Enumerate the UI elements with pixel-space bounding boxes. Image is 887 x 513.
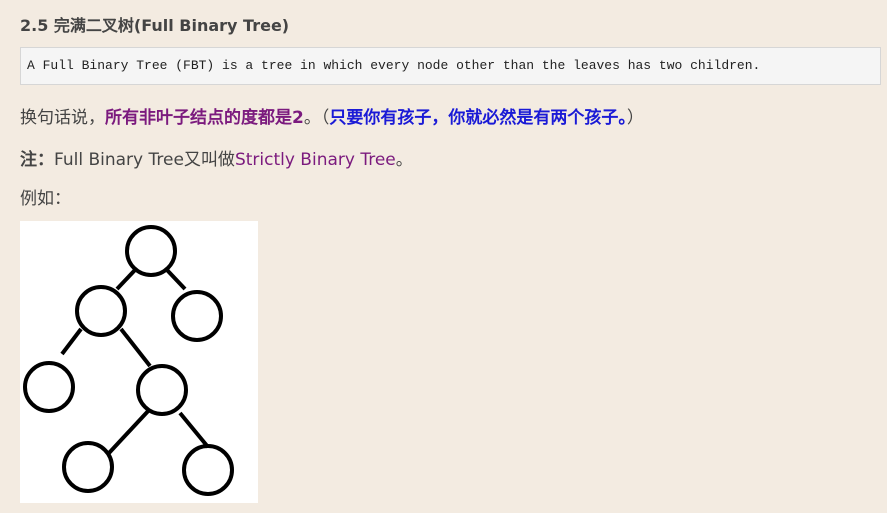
tree-node-left-leaf [23, 361, 75, 413]
tree-node-root [125, 225, 177, 277]
tree-node-mid [136, 364, 188, 416]
paragraph-example: 例如： [20, 189, 71, 209]
degree-highlight: 所有非叶子结点的度都是2 [105, 108, 304, 128]
note-label: 注： [20, 150, 54, 170]
edge-mid-leftleaf [107, 407, 152, 455]
period: 。 [303, 108, 321, 128]
alias-link[interactable]: Strictly Binary Tree [235, 150, 396, 170]
tree-diagram-svg [23, 225, 234, 496]
edge-root-right [165, 268, 187, 291]
paragraph-note: 注：Full Binary Tree又叫做Strictly Binary Tre… [20, 145, 413, 170]
paragraph-in-other-words: 换句话说，所有非叶子结点的度都是2。（只要你有孩子，你就必然是有两个孩子。） [20, 103, 644, 128]
edge-mid-rightleaf [178, 411, 210, 449]
tree-node-left [75, 285, 127, 337]
paragraph-prefix: 换句话说， [20, 108, 105, 128]
edge-root-left [115, 268, 137, 291]
tree-node-bottom-right-leaf [182, 444, 234, 496]
full-binary-tree-figure [20, 221, 258, 503]
period: 。 [395, 150, 413, 170]
edge-left-right [119, 327, 152, 368]
note-text: Full Binary Tree又叫做 [54, 150, 235, 170]
tree-node-bottom-left-leaf [62, 441, 114, 493]
definition-code-block: A Full Binary Tree (FBT) is a tree in wh… [20, 47, 881, 85]
close-paren: ） [626, 108, 644, 128]
tree-node-right-leaf [171, 290, 223, 342]
edge-left-leftleaf [60, 327, 83, 356]
section-title: 2.5 完满二叉树(Full Binary Tree) [20, 16, 290, 35]
children-note: 只要你有孩子，你就必然是有两个孩子。 [329, 108, 627, 128]
